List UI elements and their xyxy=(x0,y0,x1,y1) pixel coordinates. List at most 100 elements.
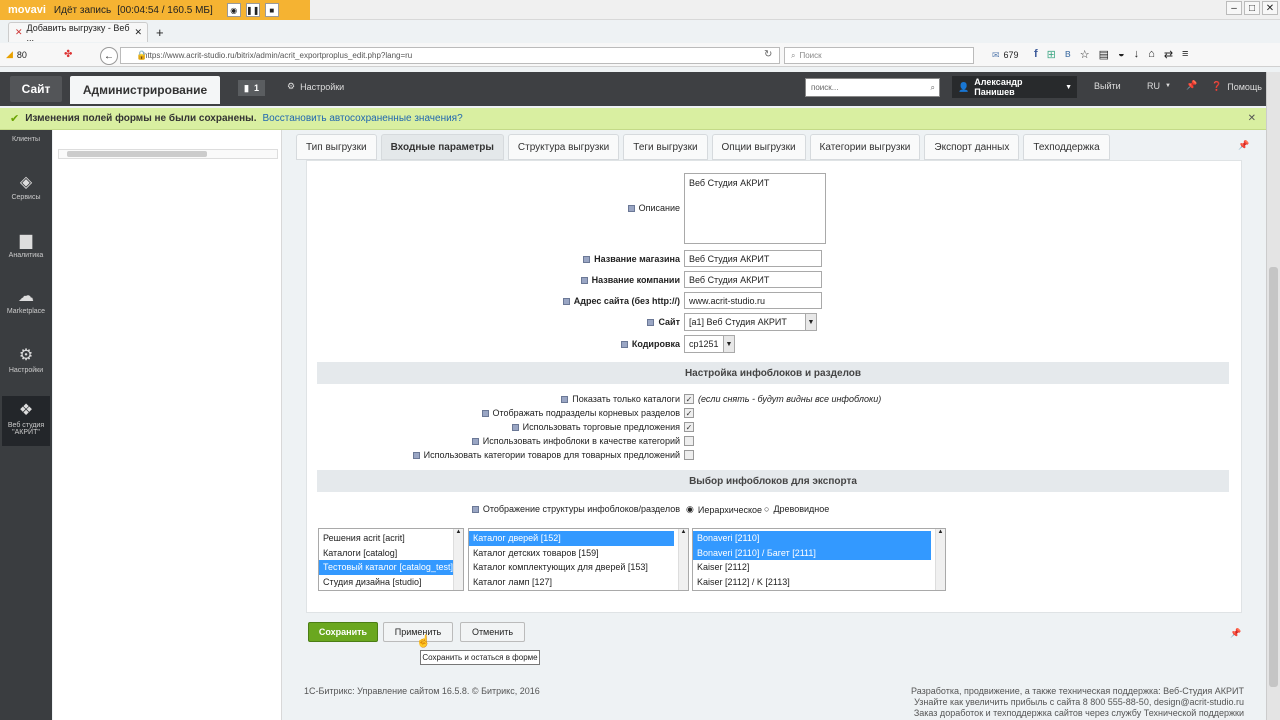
list-item[interactable]: Каталог ламп [127] xyxy=(469,575,688,590)
nav-analytics[interactable]: ▆ Аналитика xyxy=(2,230,50,259)
pin-icon[interactable]: 📌 xyxy=(1186,80,1197,91)
admin-settings-button[interactable]: ⚙ Настройки xyxy=(287,81,344,92)
restore-link[interactable]: Восстановить автосохраненные значения? xyxy=(263,113,463,124)
chevron-down-icon: ▼ xyxy=(1065,83,1072,91)
site-button[interactable]: Сайт xyxy=(10,76,62,102)
minimize-icon[interactable]: – xyxy=(1226,1,1242,15)
notification-count: 1 xyxy=(253,83,259,93)
close-tab-icon[interactable]: ✕ xyxy=(134,27,142,38)
browser-search-input[interactable]: ⌕ Поиск xyxy=(784,47,974,64)
encoding-select[interactable]: cp1251 ▼ xyxy=(684,335,735,353)
nav-acrit-studio[interactable]: ❖ Веб студия "АКРИТ" xyxy=(2,396,50,446)
option-only-catalogs-checkbox[interactable]: ✓ xyxy=(684,394,694,404)
tab-export-options[interactable]: Опции выгрузки xyxy=(711,134,806,160)
maximize-icon[interactable]: □ xyxy=(1244,1,1260,15)
option-offers-checkbox[interactable]: ✓ xyxy=(684,422,694,432)
sections-list[interactable]: Bonaveri [2110] Bonaveri [2110] / Багет … xyxy=(692,528,946,591)
tab-export-categories[interactable]: Категории выгрузки xyxy=(809,134,921,160)
tab-export-type[interactable]: Тип выгрузки xyxy=(296,134,377,160)
nav-clients[interactable]: Клиенты xyxy=(2,136,50,143)
list-item[interactable]: Студия дизайна [studio] xyxy=(319,575,463,590)
option-subsections-checkbox[interactable]: ✓ xyxy=(684,408,694,418)
iblock-type-list[interactable]: Решения acrit [acrit] Каталоги [catalog]… xyxy=(318,528,464,591)
list-item[interactable]: Bonaveri [2110] / Багет [2111] xyxy=(693,545,931,560)
reload-icon[interactable]: ↻ xyxy=(764,49,772,60)
list-item[interactable]: Каталог комплектующих для дверей [153] xyxy=(469,560,688,575)
list-item[interactable]: Каталог детских товаров [159] xyxy=(469,546,688,561)
list-scrollbar[interactable]: ▲ xyxy=(935,529,945,590)
label-text: Название магазина xyxy=(594,254,680,264)
footer-line[interactable]: Узнайте как увеличить прибыль с сайта 8 … xyxy=(880,697,1244,708)
list-item[interactable]: Каталог дверей [152] xyxy=(469,531,674,546)
admin-search-input[interactable]: поиск... ⌕ xyxy=(805,78,940,97)
list-item[interactable]: Bonaveri [2110] xyxy=(693,531,931,546)
hint-icon xyxy=(620,340,628,348)
tab-export-tags[interactable]: Теги выгрузки xyxy=(623,134,708,160)
lang-selector[interactable]: RU ▼ xyxy=(1147,81,1171,91)
nav-services[interactable]: ◈ Сервисы xyxy=(2,172,50,201)
close-icon[interactable]: ✕ xyxy=(1248,113,1256,124)
camera-icon[interactable]: ◉ xyxy=(226,3,241,17)
option-offers-label: Использовать торговые предложения xyxy=(380,420,680,434)
site-address-input[interactable]: www.acrit-studio.ru xyxy=(684,292,822,309)
nav-settings[interactable]: ⚙ Настройки xyxy=(2,345,50,374)
notifications-button[interactable]: ▮ 1 xyxy=(238,80,265,96)
pocket-icon[interactable]: ◒ xyxy=(1118,48,1125,61)
label-text: Адрес сайта (без http://) xyxy=(573,296,680,306)
radio-tree[interactable]: ○ Древовидное xyxy=(764,504,829,514)
mail-indicator[interactable]: ✉ 679 xyxy=(992,50,1019,61)
save-button[interactable]: Сохранить xyxy=(308,622,378,642)
list-item[interactable]: Kaiser [2112] / K [2113] xyxy=(693,575,945,590)
close-window-icon[interactable]: ✕ xyxy=(1262,1,1278,15)
zoom-indicator[interactable]: ◢ 80 xyxy=(6,49,27,60)
radio-hierarchical[interactable]: ◉ Иерархическое xyxy=(686,504,762,515)
logout-link[interactable]: Выйти xyxy=(1094,81,1121,91)
description-textarea[interactable]: Веб Студия АКРИТ xyxy=(684,173,826,244)
help-link[interactable]: ❓ Помощь xyxy=(1211,81,1262,92)
url-bar[interactable]: https://www.acrit-studio.ru/bitrix/admin… xyxy=(120,47,780,64)
label-text: Название компании xyxy=(591,275,680,285)
translate-icon[interactable]: ⊞ xyxy=(1047,48,1056,61)
footer-line[interactable]: Заказ доработок и техподдержка сайтов че… xyxy=(880,708,1244,719)
list-item[interactable]: Решения acrit [acrit] xyxy=(319,531,463,546)
company-name-input[interactable]: Веб Студия АКРИТ xyxy=(684,271,822,288)
pin-buttons-icon[interactable]: 📌 xyxy=(1230,628,1241,639)
shop-name-input[interactable]: Веб Студия АКРИТ xyxy=(684,250,822,267)
tab-support[interactable]: Техподдержка xyxy=(1023,134,1110,160)
new-tab-button[interactable]: + xyxy=(156,25,164,40)
option-iblocks-as-categories-checkbox[interactable] xyxy=(684,436,694,446)
tab-data-export[interactable]: Экспорт данных xyxy=(924,134,1020,160)
admin-button[interactable]: Администрирование xyxy=(70,76,220,104)
site-select[interactable]: [a1] Веб Студия АКРИТ ▼ xyxy=(684,313,817,331)
browser-tab[interactable]: ✕ Добавить выгрузку - Веб ... ✕ xyxy=(8,22,148,43)
list-scrollbar[interactable]: ▲ xyxy=(678,529,688,590)
menu-icon[interactable]: ≡ xyxy=(1182,48,1188,61)
page-scrollbar[interactable] xyxy=(1266,72,1280,720)
facebook-icon[interactable]: f xyxy=(1034,48,1038,61)
list-item[interactable]: Kaiser [2112] xyxy=(693,560,945,575)
tab-export-structure[interactable]: Структура выгрузки xyxy=(507,134,620,160)
iblock-list[interactable]: Каталог дверей [152] Каталог детских тов… xyxy=(468,528,689,591)
sync-icon[interactable]: ⇄ xyxy=(1164,48,1173,61)
download-icon[interactable]: ↓ xyxy=(1134,48,1140,61)
user-menu[interactable]: 👤 Александр Панишев ▼ xyxy=(952,76,1077,98)
cancel-button[interactable]: Отменить xyxy=(460,622,525,642)
pause-icon[interactable]: ❚❚ xyxy=(245,3,260,17)
pin-tabs-icon[interactable]: 📌 xyxy=(1238,140,1249,151)
tab-input-params[interactable]: Входные параметры xyxy=(380,134,504,160)
search-icon: ⌕ xyxy=(930,82,935,92)
addon-icon[interactable]: ✤ xyxy=(64,49,72,60)
list-scrollbar[interactable]: ▲ xyxy=(453,529,463,590)
list-item[interactable]: Каталоги [catalog] xyxy=(319,546,463,561)
list-item[interactable]: Тестовый каталог [catalog_test] xyxy=(319,560,463,575)
back-button[interactable]: ← xyxy=(100,47,118,65)
tree-hscrollbar[interactable] xyxy=(58,149,278,159)
site-select-label: Сайт xyxy=(480,315,680,329)
vk-icon[interactable]: в xyxy=(1065,48,1071,61)
clipboard-icon[interactable]: ▤ xyxy=(1099,48,1109,61)
home-icon[interactable]: ⌂ xyxy=(1148,48,1155,61)
nav-marketplace[interactable]: ☁ Marketplace xyxy=(2,286,50,315)
bookmark-star-icon[interactable]: ☆ xyxy=(1080,48,1090,61)
stop-icon[interactable]: ■ xyxy=(264,3,279,17)
option-product-categories-checkbox[interactable] xyxy=(684,450,694,460)
